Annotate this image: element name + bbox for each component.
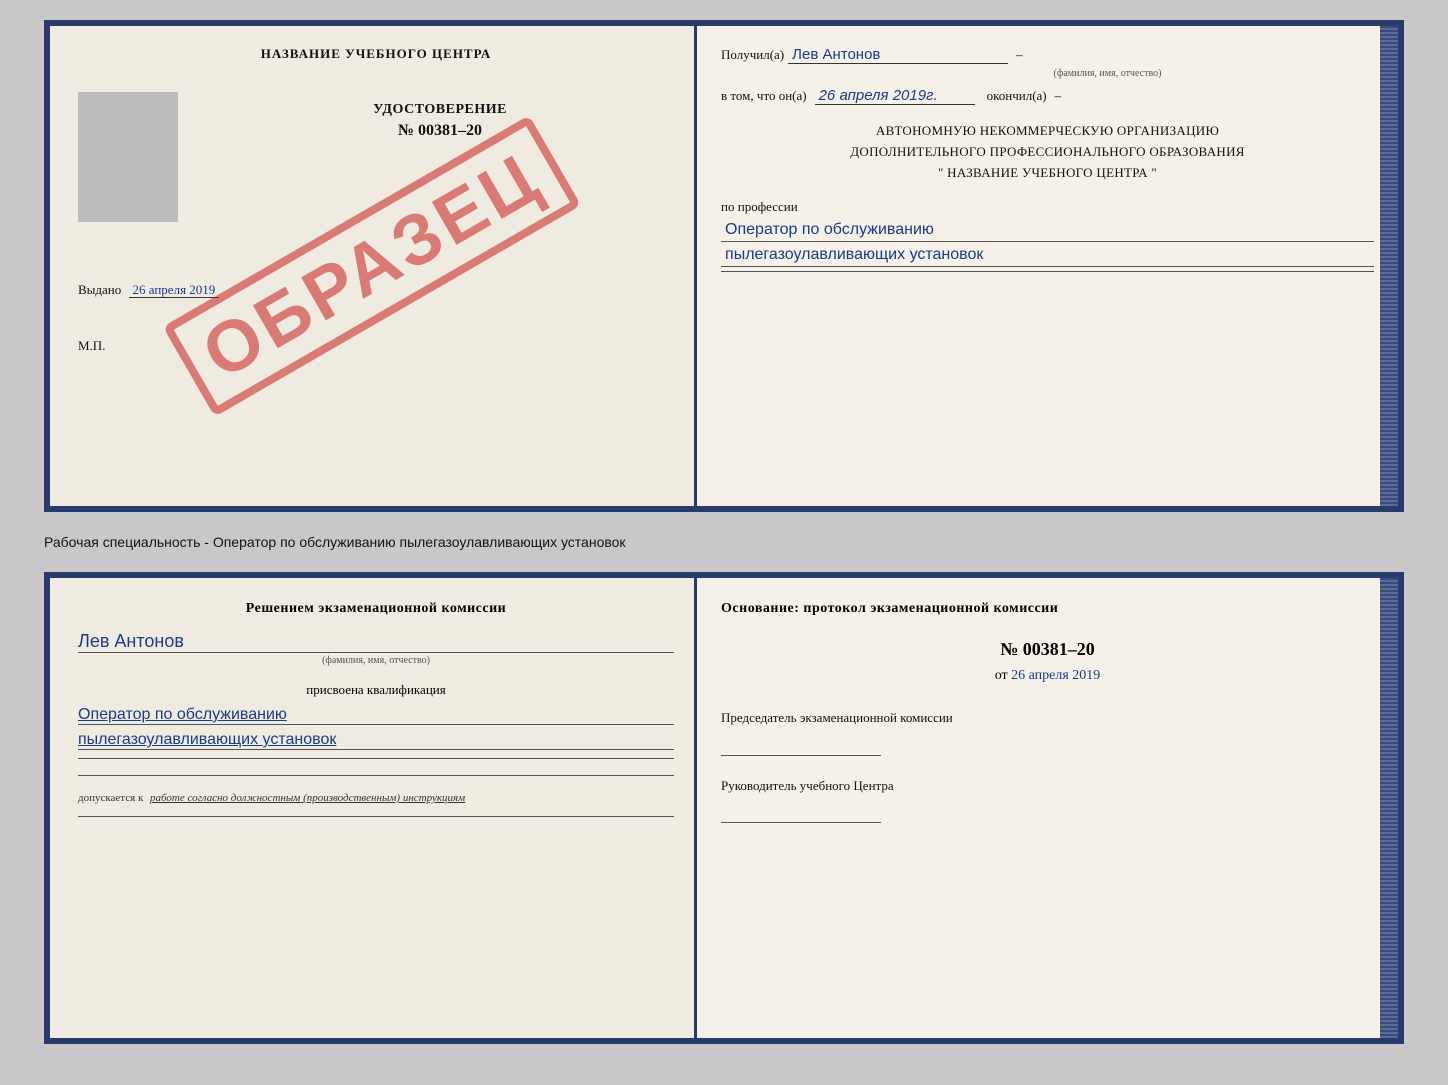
rukovoditel-label: Руководитель учебного Центра [721,776,1374,796]
mp-line: М.П. [78,338,674,354]
profession-line2: пылегазоулавливающих установок [721,244,1374,267]
vtom-label: в том, что он(а) [721,88,807,104]
poluchil-label: Получил(а) [721,47,784,63]
dopuskaetsya-label: допускается к [78,792,143,804]
resheniye-title: Решением экзаменационной комиссии [78,598,674,619]
dopuskaetsya-underline [78,816,674,817]
top-document: НАЗВАНИЕ УЧЕБНОГО ЦЕНТРА УДОСТОВЕРЕНИЕ №… [44,20,1404,512]
separator-label: Рабочая специальность - Оператор по обсл… [44,528,1404,556]
vtom-value: 26 апреля 2019г. [815,87,975,105]
dopuskaetsya-value: работе согласно должностным (производств… [150,792,465,804]
dopuskaetsya-text: допускается к работе согласно должностны… [78,792,674,804]
ot-date-value: 26 апреля 2019 [1011,668,1100,683]
top-left-panel: НАЗВАНИЕ УЧЕБНОГО ЦЕНТРА УДОСТОВЕРЕНИЕ №… [50,26,697,506]
dash2: – [1055,88,1062,104]
org-line1: АВТОНОМНУЮ НЕКОММЕРЧЕСКУЮ ОРГАНИЗАЦИЮ [721,121,1374,142]
protocol-num: № 00381–20 [721,639,1374,660]
bottom-right-spine [1380,578,1398,1038]
profession-underline [721,271,1374,272]
qualify-underline2 [78,775,674,776]
profession-line1: Оператор по обслуживанию [721,219,1374,242]
org-line3: " НАЗВАНИЕ УЧЕБНОГО ЦЕНТРА " [721,163,1374,184]
bottom-right-panel: Основание: протокол экзаменационной коми… [697,578,1398,1038]
rukovoditel-block: Руководитель учебного Центра [721,776,1374,824]
name-handwritten: Лев Антонов [78,631,674,653]
ot-label: от [995,668,1008,683]
udostoverenie-title: УДОСТОВЕРЕНИЕ [206,102,674,118]
top-right-panel: Получил(а) Лев Антонов – (фамилия, имя, … [697,26,1398,506]
poluchil-value: Лев Антонов [788,46,1008,64]
fio-subtext: (фамилия, имя, отчество) [841,68,1374,79]
vydano-label: Выдано [78,282,121,297]
vtom-row: в том, что он(а) 26 апреля 2019г. окончи… [721,87,1374,105]
document-number: № 00381–20 [206,122,674,140]
po-professii-label: по профессии [721,199,1374,215]
bottom-document: Решением экзаменационной комиссии Лев Ан… [44,572,1404,1044]
predsedatel-label: Председатель экзаменационной комиссии [721,708,1374,728]
prisvoena-label: присвоена квалификация [78,682,674,698]
rukovoditel-sig-line [721,803,881,823]
photo-placeholder [78,92,178,222]
org-block: АВТОНОМНУЮ НЕКОММЕРЧЕСКУЮ ОРГАНИЗАЦИЮ ДО… [721,121,1374,183]
osnovaniye-title: Основание: протокол экзаменационной коми… [721,598,1374,619]
qualify-underline1 [78,758,674,759]
qualify-line2: пылегазоулавливающих установок [78,731,674,750]
vydano-line: Выдано 26 апреля 2019 [78,282,674,298]
ot-date: от 26 апреля 2019 [721,668,1374,684]
okonchil-label: окончил(а) [987,88,1047,104]
predsedatel-sig-line [721,736,881,756]
bottom-left-panel: Решением экзаменационной комиссии Лев Ан… [50,578,697,1038]
fio-subtext-bottom: (фамилия, имя, отчество) [78,655,674,666]
vydano-date: 26 апреля 2019 [129,282,220,298]
qualify-line1: Оператор по обслуживанию [78,706,674,725]
udostoverenie-block: УДОСТОВЕРЕНИЕ № 00381–20 [206,92,674,140]
predsedatel-block: Председатель экзаменационной комиссии [721,708,1374,756]
dash1: – [1016,47,1023,63]
org-line2: ДОПОЛНИТЕЛЬНОГО ПРОФЕССИОНАЛЬНОГО ОБРАЗО… [721,142,1374,163]
right-spine-decoration [1380,26,1398,506]
poluchil-row: Получил(а) Лев Антонов – [721,46,1374,64]
school-name-title: НАЗВАНИЕ УЧЕБНОГО ЦЕНТРА [78,46,674,62]
